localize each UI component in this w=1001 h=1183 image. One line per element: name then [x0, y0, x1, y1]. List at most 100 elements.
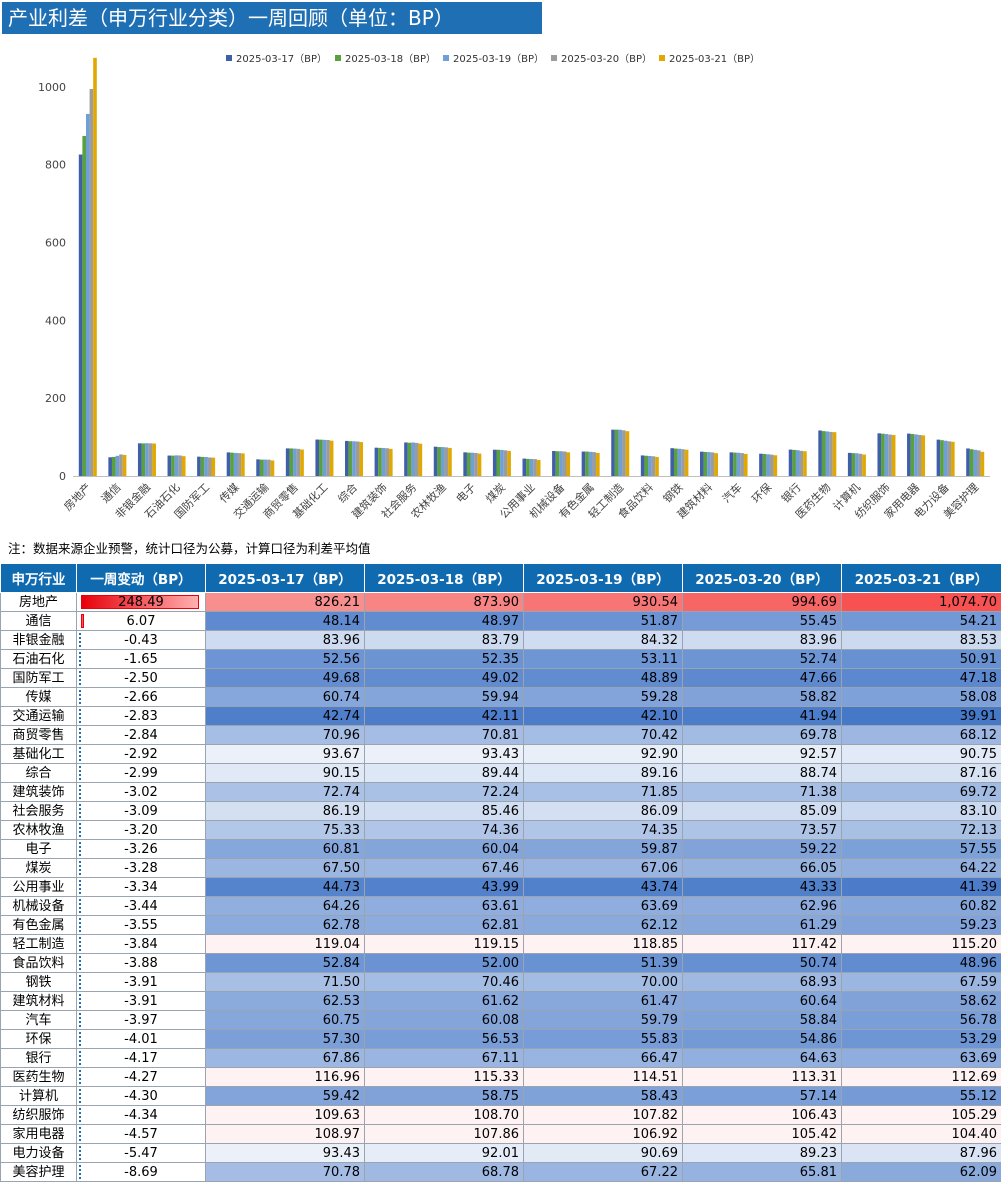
bar [355, 441, 360, 476]
legend-swatch [551, 55, 557, 61]
bar [507, 451, 511, 476]
spread-value-date-1: 44.73 [205, 877, 365, 897]
spread-value-date-3: 51.87 [523, 611, 683, 631]
bar [877, 433, 882, 476]
weekly-change: -4.27 [76, 1067, 206, 1087]
bar [674, 448, 678, 476]
bar [241, 453, 245, 476]
spread-value-date-2: 68.78 [364, 1162, 524, 1182]
weekly-change: 248.49 [76, 592, 206, 612]
spread-value-date-3: 66.47 [523, 1048, 683, 1068]
table-row: 银行 -4.17 67.86 67.11 66.47 64.63 63.69 [0, 1048, 1001, 1068]
spread-value-date-4: 65.81 [682, 1162, 842, 1182]
bar [522, 458, 527, 476]
spread-value-date-3: 59.87 [523, 839, 683, 859]
industry-name: 电子 [0, 839, 77, 859]
bar [141, 443, 146, 476]
spread-value-date-4: 113.31 [682, 1067, 842, 1087]
bar [681, 449, 685, 476]
weekly-change-value: -3.84 [124, 936, 158, 952]
table-row: 通信 6.07 48.14 48.97 51.87 55.45 54.21 [0, 611, 1001, 631]
table-row: 家用电器 -4.57 108.97 107.86 106.92 105.42 104.40 [0, 1124, 1001, 1144]
spread-value-date-3: 118.85 [523, 934, 683, 954]
bar-chart: 2025-03-17（BP） 2025-03-18（BP） 2025-03-19（B… [38, 53, 990, 521]
bar [477, 453, 482, 476]
bar [940, 440, 944, 476]
bar [500, 449, 504, 476]
bar [888, 434, 892, 476]
spread-value-date-2: 108.70 [364, 1105, 524, 1125]
spread-value-date-5: 83.53 [841, 630, 1001, 650]
bar [640, 455, 645, 476]
weekly-change-bar [79, 785, 81, 799]
x-tick-label: 通信 [99, 481, 124, 506]
spread-value-date-2: 63.61 [364, 896, 524, 916]
spread-value-date-5: 105.29 [841, 1105, 1001, 1125]
bar [466, 452, 471, 476]
bar [644, 455, 649, 476]
bar [293, 448, 297, 476]
bar [917, 434, 922, 476]
spread-value-date-5: 48.96 [841, 953, 1001, 973]
weekly-change-value: -2.92 [124, 746, 158, 762]
spread-value-date-2: 60.08 [364, 1010, 524, 1030]
spread-value-date-5: 72.13 [841, 820, 1001, 840]
data-source-note: 注：数据来源企业预警，统计口径为公募，计算口径为利差平均值 [8, 541, 371, 556]
spread-value-date-3: 74.35 [523, 820, 683, 840]
bar [555, 451, 560, 476]
spread-value-date-5: 83.10 [841, 801, 1001, 821]
legend-swatch [226, 55, 232, 61]
bar [381, 448, 386, 476]
bar [947, 441, 952, 476]
bar [625, 431, 630, 476]
bar [230, 452, 234, 476]
bar [444, 447, 449, 476]
spread-value-date-3: 70.00 [523, 972, 683, 992]
industry-name: 轻工制造 [0, 934, 77, 954]
weekly-change-bar [79, 880, 81, 894]
table-row: 机械设备 -3.44 64.26 63.61 63.69 62.96 60.82 [0, 896, 1001, 916]
bar [207, 457, 212, 476]
bar [204, 456, 208, 476]
spread-value-date-4: 61.29 [682, 915, 842, 935]
weekly-change-value: -4.01 [124, 1031, 158, 1047]
bar [200, 456, 205, 476]
table-row: 建筑装饰 -3.02 72.74 72.24 71.85 71.38 69.72 [0, 782, 1001, 802]
spread-value-date-5: 64.22 [841, 858, 1001, 878]
bar [529, 458, 534, 476]
legend-swatch [443, 55, 449, 61]
table-row: 钢铁 -3.91 71.50 70.46 70.00 68.93 67.59 [0, 972, 1001, 992]
weekly-change: -3.20 [76, 820, 206, 840]
bar [769, 454, 774, 476]
col-header-industry: 申万行业 [0, 563, 77, 593]
table-row: 美容护理 -8.69 70.78 68.78 67.22 65.81 62.09 [0, 1162, 1001, 1182]
table-row: 石油石化 -1.65 52.56 52.35 53.11 52.74 50.91 [0, 649, 1001, 669]
spread-value-date-1: 49.68 [205, 668, 365, 688]
bar [792, 449, 796, 476]
spread-value-date-2: 62.81 [364, 915, 524, 935]
bar [596, 452, 600, 476]
industry-name: 社会服务 [0, 801, 77, 821]
spread-value-date-4: 106.43 [682, 1105, 842, 1125]
bar [818, 430, 822, 476]
bar [655, 456, 659, 476]
spread-value-date-2: 119.15 [364, 934, 524, 954]
bar [407, 442, 412, 476]
legend-label: 2025-03-19（BP） [453, 53, 544, 65]
weekly-change: 6.07 [76, 611, 206, 631]
y-tick-label: 0 [59, 470, 66, 483]
x-tick-label: 房地产 [61, 480, 94, 513]
spread-value-date-5: 87.16 [841, 763, 1001, 783]
bar [315, 439, 320, 476]
weekly-change: -2.92 [76, 744, 206, 764]
page-title: 产业利差（申万行业分类）一周回顾（单位：BP） [2, 2, 542, 34]
spread-value-date-3: 114.51 [523, 1067, 683, 1087]
spread-value-date-3: 67.22 [523, 1162, 683, 1182]
bar [296, 448, 301, 476]
weekly-change-value: -0.43 [124, 632, 158, 648]
bar [588, 451, 593, 476]
industry-name: 电力设备 [0, 1143, 77, 1163]
x-tick-label: 汽车 [719, 480, 744, 505]
bar [614, 429, 619, 476]
weekly-change-bar [79, 747, 81, 761]
